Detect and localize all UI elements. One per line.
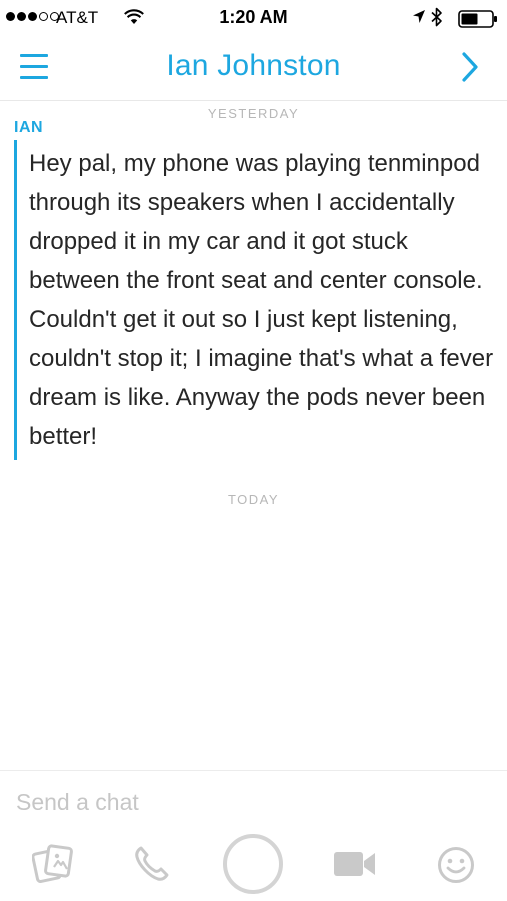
battery-icon xyxy=(458,10,498,33)
video-icon[interactable] xyxy=(333,850,377,883)
location-icon xyxy=(412,9,426,30)
chat-input[interactable] xyxy=(16,785,486,819)
message-sender: IAN xyxy=(14,119,44,136)
chevron-right-icon[interactable] xyxy=(458,51,482,88)
bluetooth-icon xyxy=(431,7,443,32)
chat-header: Ian Johnston xyxy=(0,36,507,101)
message-text: Hey pal, my phone was playing tenminpod … xyxy=(29,150,494,450)
day-separator-yesterday: YESTERDAY xyxy=(207,106,300,121)
day-separator-today: TODAY xyxy=(227,492,280,507)
phone-icon[interactable] xyxy=(133,845,171,888)
status-bar: AT&T 1:20 AM xyxy=(0,0,507,36)
chat-composer xyxy=(0,770,507,901)
chat-title: Ian Johnston xyxy=(166,49,341,82)
emoji-icon[interactable] xyxy=(437,846,475,889)
gallery-icon[interactable] xyxy=(31,843,74,888)
capture-button[interactable] xyxy=(223,834,283,894)
message-bubble: Hey pal, my phone was playing tenminpod … xyxy=(14,140,497,460)
